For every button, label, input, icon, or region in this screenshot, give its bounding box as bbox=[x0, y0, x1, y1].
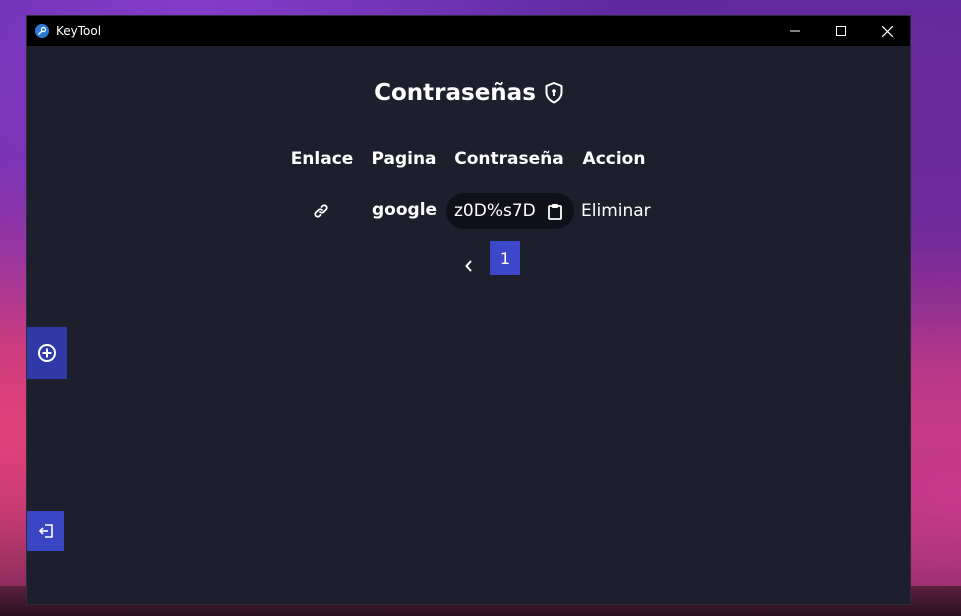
page-title: Contraseñas bbox=[374, 80, 536, 106]
column-header-pagina: Pagina bbox=[371, 149, 437, 169]
plus-circle-icon bbox=[38, 344, 56, 362]
link-icon[interactable] bbox=[313, 203, 329, 219]
clipboard-icon[interactable] bbox=[547, 203, 562, 220]
pagination-page-button[interactable]: 1 bbox=[490, 241, 520, 275]
close-icon bbox=[881, 25, 893, 37]
add-password-button[interactable] bbox=[27, 327, 67, 379]
password-value: z0D%s7D bbox=[454, 201, 536, 221]
key-icon bbox=[35, 24, 49, 38]
window-controls bbox=[772, 16, 910, 46]
column-header-enlace: Enlace bbox=[290, 149, 354, 169]
minimize-icon bbox=[790, 30, 800, 32]
page-heading: Contraseñas bbox=[27, 80, 910, 106]
pagination-prev-button[interactable] bbox=[461, 252, 477, 280]
maximize-button[interactable] bbox=[818, 16, 864, 46]
delete-button[interactable]: Eliminar bbox=[581, 201, 651, 221]
logout-icon bbox=[38, 524, 53, 538]
logout-button[interactable] bbox=[27, 511, 64, 551]
password-field: z0D%s7D bbox=[446, 193, 574, 229]
shield-icon bbox=[545, 82, 563, 104]
app-window: KeyTool Contraseñas Enlace Pagina Contra… bbox=[26, 15, 911, 605]
page-name: google bbox=[372, 200, 438, 220]
minimize-button[interactable] bbox=[772, 16, 818, 46]
chevron-left-icon bbox=[465, 260, 472, 272]
maximize-icon bbox=[836, 26, 846, 36]
close-button[interactable] bbox=[864, 16, 910, 46]
title-bar: KeyTool bbox=[27, 16, 910, 46]
column-header-contrasena: Contraseña bbox=[454, 149, 564, 169]
column-header-accion: Accion bbox=[582, 149, 646, 169]
window-title: KeyTool bbox=[56, 24, 102, 38]
main-content: Contraseñas Enlace Pagina Contraseña Acc… bbox=[27, 46, 910, 604]
